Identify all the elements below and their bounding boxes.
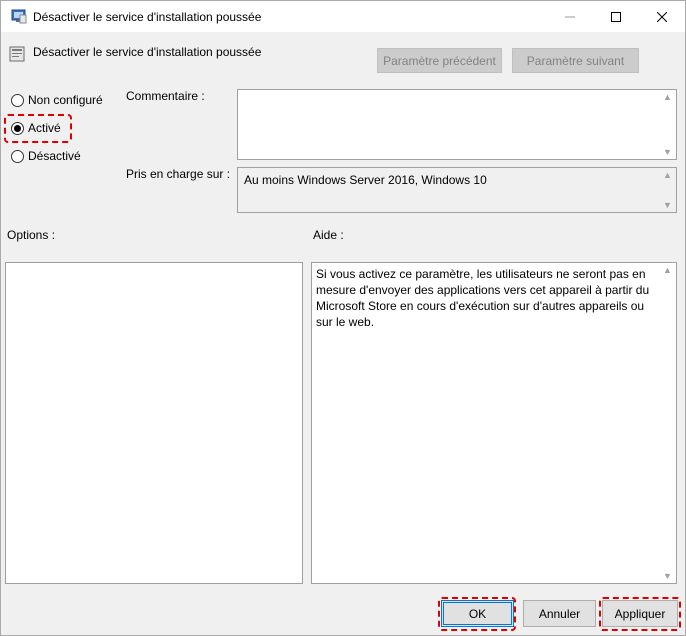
options-panel (5, 262, 303, 584)
help-panel: Si vous activez ce paramètre, les utilis… (311, 262, 677, 584)
help-label: Aide : (313, 228, 344, 242)
comment-label: Commentaire : (126, 89, 205, 103)
scroll-up-icon[interactable]: ▲ (659, 265, 676, 275)
radio-not-configured[interactable]: Non configuré (11, 93, 103, 107)
policy-setting-icon (9, 46, 25, 62)
policy-title: Désactiver le service d'installation pou… (33, 45, 262, 59)
help-text: Si vous activez ce paramètre, les utilis… (316, 267, 650, 329)
help-scrollbar[interactable]: ▲ ▼ (659, 263, 676, 583)
radio-circle (11, 149, 24, 163)
scroll-down-icon[interactable]: ▼ (659, 147, 676, 157)
scroll-up-icon[interactable]: ▲ (659, 92, 676, 102)
radio-circle (11, 93, 24, 107)
policy-dialog: Désactiver le service d'installation pou… (0, 0, 686, 636)
next-setting-button[interactable]: Paramètre suivant (512, 48, 639, 73)
supported-label: Pris en charge sur : (126, 167, 231, 181)
title-bar[interactable]: Désactiver le service d'installation pou… (1, 1, 685, 32)
policy-app-icon (11, 9, 27, 24)
options-label: Options : (7, 228, 56, 242)
scroll-down-icon[interactable]: ▼ (659, 200, 676, 210)
highlight-ok (438, 597, 516, 631)
cancel-button[interactable]: Annuler (523, 600, 596, 627)
scroll-up-icon[interactable]: ▲ (659, 170, 676, 180)
supported-field: Au moins Windows Server 2016, Windows 10… (237, 167, 677, 213)
minimize-icon (565, 16, 575, 17)
supported-value: Au moins Windows Server 2016, Windows 10 (244, 173, 487, 187)
comment-scrollbar[interactable]: ▲ ▼ (659, 90, 676, 159)
minimize-button[interactable] (547, 1, 593, 32)
highlight-enabled (4, 114, 72, 143)
comment-textarea[interactable]: ▲ ▼ (237, 89, 677, 160)
maximize-button[interactable] (593, 1, 639, 32)
radio-label: Désactivé (28, 149, 81, 163)
maximize-icon (611, 11, 621, 22)
close-icon (657, 11, 667, 22)
highlight-apply (599, 597, 681, 631)
close-button[interactable] (639, 1, 685, 32)
radio-label: Non configuré (28, 93, 103, 107)
window-title: Désactiver le service d'installation pou… (33, 10, 262, 24)
radio-disabled[interactable]: Désactivé (11, 149, 81, 163)
scroll-down-icon[interactable]: ▼ (659, 571, 676, 581)
supported-scrollbar[interactable]: ▲ ▼ (659, 168, 676, 212)
previous-setting-button[interactable]: Paramètre précédent (377, 48, 502, 73)
